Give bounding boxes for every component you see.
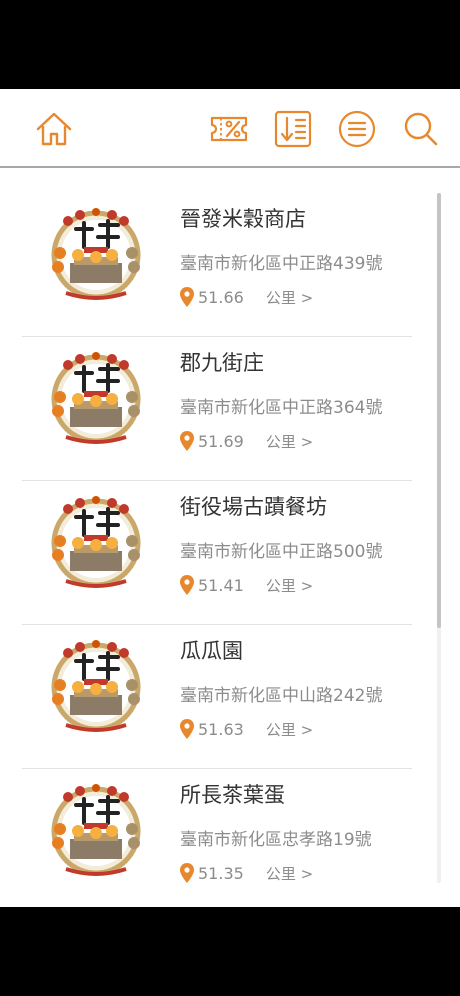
- location-pin-icon: [180, 863, 194, 883]
- store-address: 臺南市新化區忠孝路19號: [180, 830, 372, 850]
- store-list-item[interactable]: 所長茶葉蛋臺南市新化區忠孝路19號 51.35 公里 >: [22, 769, 412, 907]
- store-name: 郡九街庄: [180, 351, 264, 375]
- scrollbar-thumb[interactable]: [437, 193, 441, 628]
- store-list-item[interactable]: 郡九街庄臺南市新化區中正路364號 51.69 公里 >: [22, 337, 412, 481]
- distance-row[interactable]: 51.41 公里 >: [180, 574, 313, 596]
- store-logo: [51, 496, 141, 588]
- store-name: 瓜瓜園: [180, 639, 243, 663]
- store-distance: 51.63: [198, 719, 244, 739]
- distance-row[interactable]: 51.63 公里 >: [180, 718, 313, 740]
- store-list-item[interactable]: 瓜瓜園臺南市新化區中山路242號 51.63 公里 >: [22, 625, 412, 769]
- location-pin-icon: [180, 575, 194, 595]
- store-address: 臺南市新化區中正路500號: [180, 542, 383, 562]
- distance-unit-link[interactable]: 公里 >: [266, 719, 313, 740]
- location-pin-icon: [180, 719, 194, 739]
- store-list-viewport[interactable]: 晉發米穀商店 臺南市新化區中正路439號 51.66 公里 > 郡九街庄 臺南市新化區中…: [0, 89, 460, 907]
- store-name: 晉發米穀商店: [180, 207, 306, 231]
- location-pin-icon: [180, 287, 194, 307]
- scrollbar[interactable]: [437, 193, 441, 883]
- store-distance: 51.41: [198, 575, 244, 595]
- store-address: 臺南市新化區中正路364號: [180, 398, 383, 418]
- distance-unit-link[interactable]: 公里 >: [266, 863, 313, 884]
- distance-row[interactable]: 51.69 公里 >: [180, 430, 313, 452]
- distance-unit-link[interactable]: 公里 >: [266, 575, 313, 596]
- distance-unit-link[interactable]: 公里 >: [266, 431, 313, 452]
- distance-row[interactable]: 51.66 公里 >: [180, 286, 313, 308]
- store-list-item[interactable]: 晉發米穀商店臺南市新化區中正路439號 51.66 公里 >: [22, 193, 412, 337]
- store-name: 街役場古蹟餐坊: [180, 495, 327, 519]
- store-logo: [51, 640, 141, 732]
- store-name: 所長茶葉蛋: [180, 783, 285, 807]
- distance-unit-link[interactable]: 公里 >: [266, 287, 313, 308]
- store-list-item[interactable]: 街役場古蹟餐坊臺南市新化區中正路500號 51.41 公里 >: [22, 481, 412, 625]
- store-logo: [51, 784, 141, 876]
- store-distance: 51.66: [198, 287, 244, 307]
- store-address: 臺南市新化區中山路242號: [180, 686, 383, 706]
- store-logo: [51, 208, 141, 300]
- store-logo: [51, 352, 141, 444]
- distance-row[interactable]: 51.35 公里 >: [180, 862, 313, 884]
- store-list: 晉發米穀商店 臺南市新化區中正路439號 51.66 公里 > 郡九街庄 臺南市新化區中…: [22, 193, 412, 907]
- store-distance: 51.35: [198, 863, 244, 883]
- location-pin-icon: [180, 431, 194, 451]
- store-distance: 51.69: [198, 431, 244, 451]
- store-address: 臺南市新化區中正路439號: [180, 254, 383, 274]
